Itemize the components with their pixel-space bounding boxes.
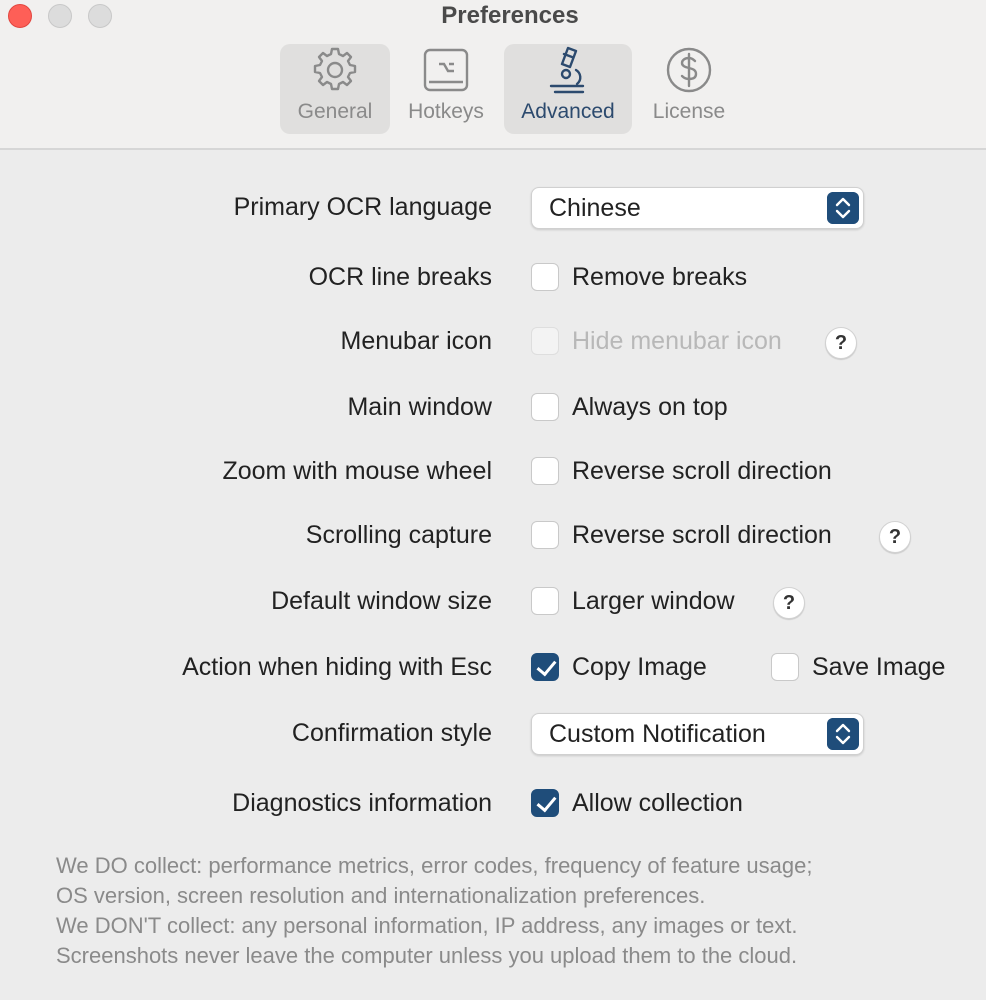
diagnostics-info-text: We DO collect: performance metrics, erro… — [56, 851, 976, 971]
save-image-label: Save Image — [812, 653, 946, 681]
dollar-icon — [666, 47, 712, 93]
tab-advanced[interactable]: Advanced — [504, 44, 632, 134]
always-on-top-label: Always on top — [572, 393, 728, 421]
info-line: Screenshots never leave the computer unl… — [56, 943, 798, 968]
tab-general[interactable]: General — [280, 44, 390, 134]
zoom-reverse-label: Reverse scroll direction — [572, 457, 832, 485]
allow-collection-label: Allow collection — [572, 789, 743, 817]
toolbar: Preferences General Hotkeys Advanced Lic… — [0, 0, 986, 150]
diagnostics-label: Diagnostics information — [232, 789, 492, 817]
gear-icon — [313, 47, 357, 91]
always-on-top-checkbox[interactable] — [531, 393, 559, 421]
scrolling-help-button[interactable]: ? — [879, 521, 911, 553]
info-line: We DON'T collect: any personal informati… — [56, 913, 798, 938]
save-image-checkbox[interactable] — [771, 653, 799, 681]
tab-license-label: License — [652, 100, 726, 123]
confirmation-select[interactable]: Custom Notification — [531, 713, 864, 755]
line-breaks-label: OCR line breaks — [308, 263, 492, 291]
copy-image-label: Copy Image — [572, 653, 707, 681]
chevron-updown-icon — [827, 718, 859, 750]
row-scrolling-capture: Scrolling capture Reverse scroll directi… — [0, 515, 986, 555]
menubar-help-button[interactable]: ? — [825, 327, 857, 359]
ocr-language-label: Primary OCR language — [233, 193, 492, 221]
tab-general-label: General — [297, 100, 373, 123]
row-esc-action: Action when hiding with Esc Copy Image S… — [0, 647, 986, 687]
larger-window-checkbox[interactable] — [531, 587, 559, 615]
window-size-help-button[interactable]: ? — [773, 587, 805, 619]
tab-advanced-label: Advanced — [521, 100, 615, 123]
row-main-window: Main window Always on top — [0, 387, 986, 427]
row-zoom: Zoom with mouse wheel Reverse scroll dir… — [0, 451, 986, 491]
tab-hotkeys[interactable]: Hotkeys — [396, 44, 496, 134]
chevron-updown-icon — [827, 192, 859, 224]
larger-window-label: Larger window — [572, 587, 735, 615]
hide-menubar-icon-checkbox[interactable] — [531, 327, 559, 355]
esc-action-label: Action when hiding with Esc — [182, 653, 492, 681]
ocr-language-select[interactable]: Chinese — [531, 187, 864, 229]
window-title: Preferences — [441, 2, 579, 29]
row-window-size: Default window size Larger window ? — [0, 581, 986, 621]
microscope-icon — [549, 46, 585, 94]
row-line-breaks: OCR line breaks Remove breaks — [0, 257, 986, 297]
hide-menubar-icon-label: Hide menubar icon — [572, 327, 782, 355]
remove-breaks-label: Remove breaks — [572, 263, 748, 291]
confirmation-label: Confirmation style — [291, 719, 492, 747]
scroll-reverse-checkbox[interactable] — [531, 521, 559, 549]
allow-collection-checkbox[interactable] — [531, 789, 559, 817]
scrolling-capture-label: Scrolling capture — [305, 521, 492, 549]
row-confirmation: Confirmation style Custom Notification — [0, 713, 986, 755]
remove-breaks-checkbox[interactable] — [531, 263, 559, 291]
keyboard-key-icon — [423, 48, 469, 92]
window-size-label: Default window size — [271, 587, 492, 615]
menubar-icon-label: Menubar icon — [340, 327, 492, 355]
main-window-label: Main window — [347, 393, 492, 421]
row-diagnostics: Diagnostics information Allow collection — [0, 783, 986, 823]
row-menubar-icon: Menubar icon Hide menubar icon ? — [0, 321, 986, 361]
confirmation-value: Custom Notification — [549, 720, 766, 748]
tab-license[interactable]: License — [640, 44, 738, 134]
scroll-reverse-label: Reverse scroll direction — [572, 521, 832, 549]
zoom-reverse-checkbox[interactable] — [531, 457, 559, 485]
copy-image-checkbox[interactable] — [531, 653, 559, 681]
ocr-language-value: Chinese — [549, 194, 641, 222]
row-ocr-language: Primary OCR language Chinese — [0, 187, 986, 229]
info-line: We DO collect: performance metrics, erro… — [56, 853, 813, 878]
tab-hotkeys-label: Hotkeys — [408, 100, 484, 123]
zoom-label: Zoom with mouse wheel — [222, 457, 492, 485]
info-line: OS version, screen resolution and intern… — [56, 883, 706, 908]
